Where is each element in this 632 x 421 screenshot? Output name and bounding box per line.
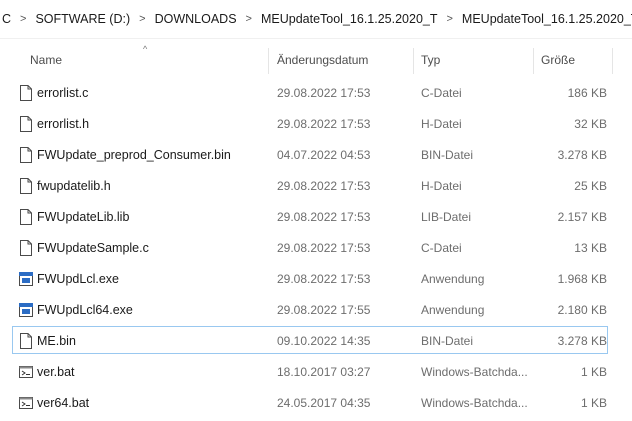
file-type: BIN-Datei: [421, 334, 474, 348]
file-name: errorlist.c: [37, 86, 89, 100]
file-modified-date: 29.08.2022 17:53: [277, 117, 371, 131]
file-row[interactable]: FWUpdLcl64.exe 29.08.2022 17:55 Anwendung 2…: [12, 295, 608, 323]
document-icon: [19, 178, 33, 194]
breadcrumb-item[interactable]: SOFTWARE (D:): [33, 12, 132, 26]
file-type: H-Datei: [421, 179, 462, 193]
file-size: 1.968 KB: [557, 272, 607, 286]
file-size: 1 KB: [580, 365, 607, 379]
file-row[interactable]: errorlist.h 29.08.2022 17:53 H-Datei 32 KB: [12, 109, 608, 137]
file-modified-date: 29.08.2022 17:55: [277, 303, 371, 317]
document-icon: [19, 116, 33, 132]
file-size: 3.278 KB: [557, 148, 607, 162]
column-header-name[interactable]: Name: [30, 44, 62, 76]
file-row[interactable]: ME.bin 09.10.2022 14:35 BIN-Datei 3.278 KB: [12, 326, 608, 354]
breadcrumb-separator-icon[interactable]: >: [439, 13, 459, 25]
file-name: fwupdatelib.h: [37, 179, 111, 193]
file-size: 13 KB: [574, 241, 607, 255]
document-icon: [19, 147, 33, 163]
breadcrumb-item[interactable]: MEUpdateTool_16.1.25.2020_T: [460, 12, 632, 26]
file-type: H-Datei: [421, 117, 462, 131]
column-header-size[interactable]: Größe: [541, 44, 575, 76]
column-divider[interactable]: [413, 48, 414, 74]
file-row[interactable]: fwupdatelib.h 29.08.2022 17:53 H-Datei 25 K…: [12, 171, 608, 199]
file-size: 25 KB: [574, 179, 607, 193]
breadcrumb: C > SOFTWARE (D:) > DOWNLOADS > MEUpdateTool_1…: [0, 0, 632, 39]
file-modified-date: 18.10.2017 03:27: [277, 365, 371, 379]
file-row[interactable]: FWUpdate_preprod_Consumer.bin 04.07.2022 …: [12, 140, 608, 168]
file-type: Anwendung: [421, 272, 485, 286]
file-size: 32 KB: [574, 117, 607, 131]
file-type: Anwendung: [421, 303, 485, 317]
document-icon: [19, 85, 33, 101]
file-type: BIN-Datei: [421, 148, 474, 162]
breadcrumb-separator-icon[interactable]: >: [13, 13, 33, 25]
breadcrumb-separator-icon[interactable]: >: [132, 13, 152, 25]
document-icon: [19, 333, 33, 349]
file-name: FWUpdateSample.c: [37, 241, 149, 255]
file-name: FWUpdate_preprod_Consumer.bin: [37, 148, 231, 162]
column-divider[interactable]: [268, 48, 269, 74]
file-row[interactable]: FWUpdLcl.exe 29.08.2022 17:53 Anwendung 1.9…: [12, 264, 608, 292]
column-header-type[interactable]: Typ: [421, 44, 440, 76]
column-divider[interactable]: [612, 48, 613, 74]
file-type: LIB-Datei: [421, 210, 472, 224]
file-size: 2.157 KB: [557, 210, 607, 224]
file-name: FWUpdLcl64.exe: [37, 303, 133, 317]
file-modified-date: 29.08.2022 17:53: [277, 179, 371, 193]
file-row[interactable]: errorlist.c 29.08.2022 17:53 C-Datei 186 KB: [12, 78, 608, 106]
batch-file-icon: [19, 395, 33, 411]
file-row[interactable]: FWUpdateSample.c 29.08.2022 17:53 C-Datei 1…: [12, 233, 608, 261]
file-name: FWUpdateLib.lib: [37, 210, 130, 224]
file-modified-date: 24.05.2017 04:35: [277, 396, 371, 410]
file-row[interactable]: FWUpdateLib.lib 29.08.2022 17:53 LIB-Datei…: [12, 202, 608, 230]
batch-file-icon: [19, 364, 33, 380]
application-icon: [19, 302, 33, 318]
file-modified-date: 04.07.2022 04:53: [277, 148, 371, 162]
file-name: ver.bat: [37, 365, 75, 379]
document-icon: [19, 240, 33, 256]
column-header-row: Name Änderungsdatum Typ Größe: [0, 44, 632, 76]
file-name: ver64.bat: [37, 396, 90, 410]
column-header-date[interactable]: Änderungsdatum: [277, 44, 368, 76]
breadcrumb-separator-icon[interactable]: >: [239, 13, 259, 25]
breadcrumb-item[interactable]: DOWNLOADS: [153, 12, 239, 26]
file-size: 1 KB: [580, 396, 607, 410]
file-modified-date: 09.10.2022 14:35: [277, 334, 371, 348]
file-modified-date: 29.08.2022 17:53: [277, 241, 371, 255]
file-name: ME.bin: [37, 334, 76, 348]
file-size: 3.278 KB: [557, 334, 607, 348]
file-name: errorlist.h: [37, 117, 90, 131]
file-modified-date: 29.08.2022 17:53: [277, 86, 371, 100]
file-modified-date: 29.08.2022 17:53: [277, 210, 371, 224]
file-size: 186 KB: [567, 86, 607, 100]
file-row[interactable]: ver.bat 18.10.2017 03:27 Windows-Batchda..…: [12, 357, 608, 385]
file-type: C-Datei: [421, 86, 462, 100]
breadcrumb-item[interactable]: MEUpdateTool_16.1.25.2020_T: [259, 12, 440, 26]
file-type: Windows-Batchda...: [421, 396, 528, 410]
file-type: C-Datei: [421, 241, 462, 255]
file-name: FWUpdLcl.exe: [37, 272, 119, 286]
file-type: Windows-Batchda...: [421, 365, 528, 379]
breadcrumb-item[interactable]: C: [0, 12, 13, 26]
file-size: 2.180 KB: [557, 303, 607, 317]
column-divider[interactable]: [533, 48, 534, 74]
file-modified-date: 29.08.2022 17:53: [277, 272, 371, 286]
document-icon: [19, 209, 33, 225]
application-icon: [19, 271, 33, 287]
file-row[interactable]: ver64.bat 24.05.2017 04:35 Windows-Batchda…: [12, 388, 608, 416]
sort-ascending-icon: ^: [143, 44, 148, 54]
